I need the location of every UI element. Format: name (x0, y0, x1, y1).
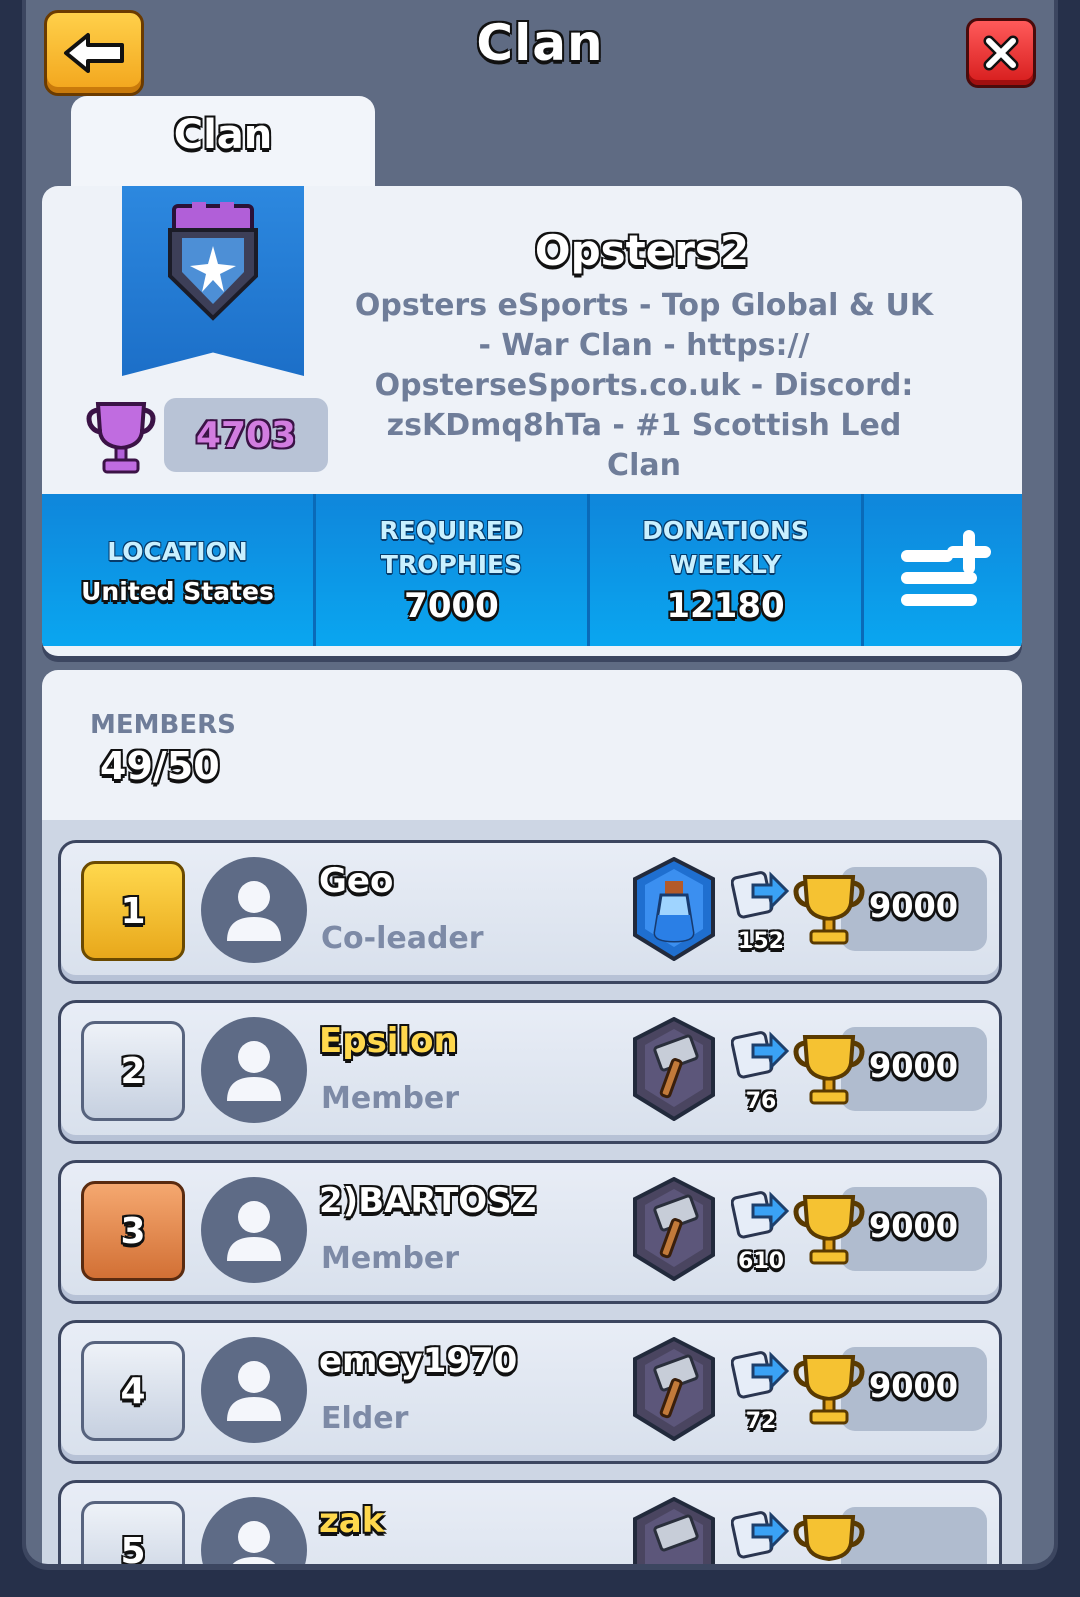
stat-weekly-donations: DONATIONS WEEKLY 12180 (590, 494, 864, 646)
avatar (201, 1497, 307, 1564)
rank-badge: 2 (81, 1021, 185, 1121)
cards-donate-icon (730, 1343, 790, 1405)
clan-description: Opsters eSports - Top Global & UK - War … (354, 288, 934, 483)
location-value: United States (81, 576, 274, 606)
avatar (201, 1337, 307, 1443)
member-row[interactable]: 1 Geo Co-leader 152 9000 (58, 840, 1002, 984)
elixir-arena-icon (631, 856, 717, 965)
avatar (201, 857, 307, 963)
clan-banner (122, 186, 304, 376)
gold-trophy-icon (791, 1033, 867, 1111)
clan-options-button[interactable] (864, 494, 1022, 646)
user-silhouette-icon (227, 1201, 281, 1261)
clan-trophy-icon (86, 398, 156, 480)
donation-count: 76 (745, 1089, 777, 1114)
avatar (201, 1177, 307, 1283)
rank-badge: 5 (81, 1501, 185, 1564)
stat-required-trophies: REQUIRED TROPHIES 7000 (316, 494, 590, 646)
clan-stats-bar: LOCATION United States REQUIRED TROPHIES… (42, 494, 1022, 646)
trophy-count: 9000 (869, 1047, 959, 1085)
clan-score: 4703 (164, 398, 328, 472)
hammer-arena-icon (631, 1176, 717, 1285)
gold-trophy-icon (791, 1353, 867, 1431)
members-header: MEMBERS 49/50 (42, 670, 1022, 820)
gold-trophy-icon (791, 1513, 867, 1564)
player-role: Co-leader (321, 921, 484, 956)
clan-info-card: 4703 Opsters2 Opsters eSports - Top Glob… (42, 186, 1022, 656)
member-list[interactable]: 1 Geo Co-leader 152 9000 2 Epsilon Membe… (42, 820, 1022, 1564)
hammer-arena-icon (631, 1496, 717, 1564)
trophy-count: 9000 (869, 1207, 959, 1245)
shield-star-icon (168, 202, 258, 321)
user-silhouette-icon (227, 1361, 281, 1421)
player-role: Member (321, 1081, 460, 1116)
tab-clan[interactable]: Clan (71, 96, 375, 190)
user-silhouette-icon (227, 1041, 281, 1101)
player-role: Elder (321, 1401, 409, 1436)
avatar (201, 1017, 307, 1123)
user-silhouette-icon (232, 1521, 276, 1564)
page-title: Clan (476, 14, 604, 72)
player-name: Epsilon (319, 1021, 458, 1061)
cards-donate-icon (730, 863, 790, 925)
player-name: emey1970 (319, 1341, 518, 1381)
trophy-count: 9000 (869, 887, 959, 925)
trophy-count: 9000 (869, 1367, 959, 1405)
close-button[interactable] (966, 18, 1036, 88)
player-name: Geo (319, 861, 394, 901)
user-silhouette-icon (227, 881, 281, 941)
member-row[interactable]: 5 zak (58, 1480, 1002, 1564)
members-count: 49/50 (100, 744, 220, 788)
stat-location: LOCATION United States (42, 494, 316, 646)
hammer-arena-icon (631, 1016, 717, 1125)
gold-trophy-icon (791, 1193, 867, 1271)
gold-trophy-icon (791, 873, 867, 951)
rank-badge: 1 (81, 861, 185, 961)
donation-count: 152 (738, 929, 784, 954)
donation-count: 610 (738, 1249, 784, 1274)
cards-donate-icon (730, 1503, 790, 1564)
close-icon (983, 35, 1019, 71)
rank-badge: 3 (81, 1181, 185, 1281)
donation-count: 72 (745, 1409, 777, 1434)
members-label: MEMBERS (90, 710, 236, 740)
rank-badge: 4 (81, 1341, 185, 1441)
player-role: Member (321, 1241, 460, 1276)
clan-name: Opsters2 (534, 226, 750, 275)
member-row[interactable]: 3 2)BARTOSZ Member 610 9000 (58, 1160, 1002, 1304)
list-add-icon (901, 530, 991, 606)
cards-donate-icon (730, 1023, 790, 1085)
member-row[interactable]: 2 Epsilon Member 76 9000 (58, 1000, 1002, 1144)
member-row[interactable]: 4 emey1970 Elder 72 9000 (58, 1320, 1002, 1464)
player-name: zak (319, 1501, 385, 1541)
cards-donate-icon (730, 1183, 790, 1245)
hammer-arena-icon (631, 1336, 717, 1445)
clan-window: Clan Clan 4703 Opsters2 Opsters eSports … (22, 0, 1058, 1570)
player-name: 2)BARTOSZ (319, 1181, 537, 1221)
